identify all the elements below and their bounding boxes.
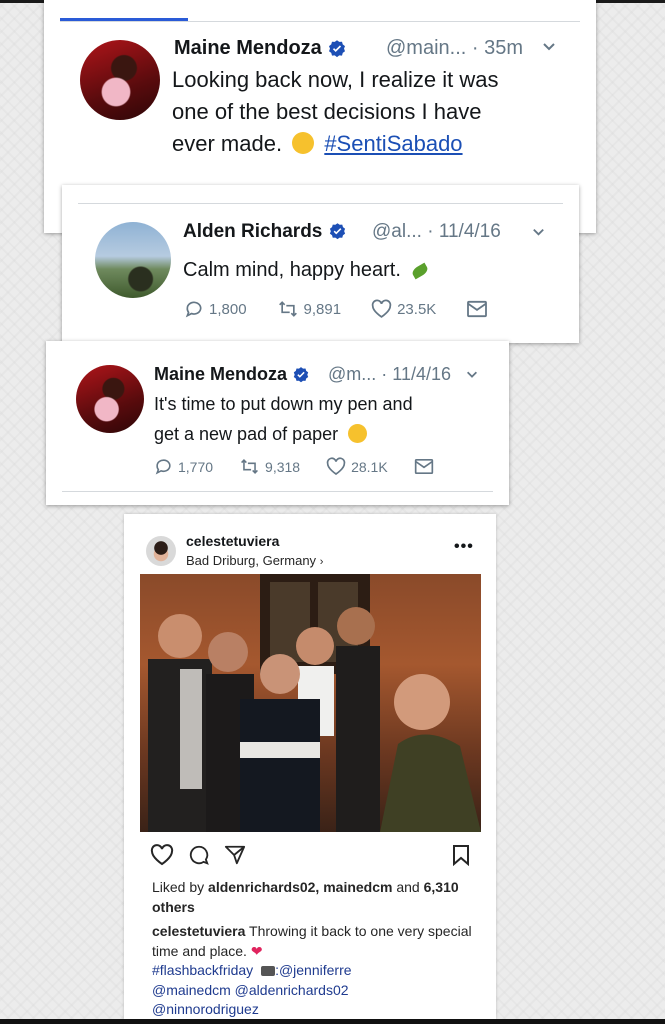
avatar[interactable] <box>95 222 171 298</box>
top-divider <box>60 21 580 22</box>
chevron-down-icon[interactable] <box>465 367 479 386</box>
chevron-right-icon: › <box>319 556 324 568</box>
avatar[interactable] <box>146 536 176 566</box>
heart-outline-icon <box>371 299 392 318</box>
post-actions <box>150 844 470 868</box>
relieved-face-emoji-icon <box>348 424 368 443</box>
author-name[interactable]: Alden Richards <box>183 221 347 243</box>
relieved-face-emoji-icon <box>292 132 315 154</box>
retweet-icon <box>278 301 297 317</box>
author-name[interactable]: Maine Mendoza <box>174 37 347 60</box>
post-caption: celestetuviera Throwing it back to one v… <box>152 923 472 1018</box>
hashtag-link[interactable]: #SentiSabado <box>324 131 462 156</box>
tweet-text: Calm mind, happy heart. <box>183 255 430 285</box>
verified-icon <box>329 39 346 57</box>
envelope-icon <box>414 459 433 474</box>
verified-icon <box>329 223 345 240</box>
reply-icon <box>185 301 202 318</box>
retweet-button[interactable]: 9,318 <box>239 457 300 476</box>
author-handle[interactable]: @al... · 11/4/16 <box>372 221 501 243</box>
reply-button[interactable]: 1,800 <box>184 299 247 319</box>
top-divider <box>78 203 563 204</box>
hashtag-link[interactable]: #flashbackfriday <box>152 962 253 978</box>
reply-button[interactable]: 1,770 <box>154 457 213 476</box>
avatar[interactable] <box>80 40 160 120</box>
tweet-actions: 1,770 9,318 28.1K <box>154 457 469 476</box>
author-name[interactable]: Maine Mendoza <box>154 364 310 385</box>
retweet-button[interactable]: 9,891 <box>277 299 341 319</box>
post-username[interactable]: celestetuviera <box>186 533 279 549</box>
mention-link[interactable]: @ninnorodriguez <box>152 1001 259 1017</box>
like-button[interactable]: 28.1K <box>326 457 388 476</box>
author-handle[interactable]: @main... · 35m <box>386 37 523 60</box>
red-heart-emoji-icon: ❤ <box>250 942 263 959</box>
message-button[interactable] <box>414 458 439 475</box>
avatar[interactable] <box>76 365 144 433</box>
more-options-icon[interactable]: ••• <box>454 538 474 556</box>
bottom-divider <box>62 491 493 492</box>
message-button[interactable] <box>466 300 493 318</box>
comment-icon[interactable] <box>188 844 210 866</box>
tweet-time: 11/4/16 <box>392 364 452 384</box>
heart-outline-icon[interactable] <box>150 844 174 866</box>
bookmark-icon[interactable] <box>452 844 470 866</box>
like-button[interactable]: 23.5K <box>371 299 436 319</box>
credit-link[interactable]: :@jenniferre <box>275 962 351 978</box>
tweet-text: Looking back now, I realize it was one o… <box>172 67 499 156</box>
post-location[interactable]: Bad Driburg, Germany › <box>186 553 323 568</box>
share-icon[interactable] <box>224 844 246 866</box>
herb-emoji-icon <box>411 262 430 280</box>
instagram-post-card[interactable]: celestetuviera Bad Driburg, Germany › ••… <box>124 514 496 1019</box>
chevron-down-icon[interactable] <box>541 38 557 59</box>
verified-icon <box>293 367 309 383</box>
post-photo[interactable] <box>140 574 481 832</box>
tweet-card-maine-2[interactable]: Maine Mendoza @m... · 11/4/16 It's time … <box>46 341 509 505</box>
tweet-actions: 1,800 9,891 23.5K <box>184 299 523 319</box>
liked-by-text[interactable]: Liked by aldenrichards02, mainedcm and 6… <box>152 878 477 917</box>
bottom-edge-bar <box>0 1019 665 1024</box>
camera-emoji-icon <box>261 966 276 977</box>
caption-username[interactable]: celestetuviera <box>152 923 245 939</box>
tweet-card-alden[interactable]: Alden Richards @al... · 11/4/16 Calm min… <box>62 185 579 343</box>
group-photo-image <box>148 574 481 832</box>
reply-icon <box>155 459 171 475</box>
retweet-icon <box>241 459 259 474</box>
mention-links[interactable]: @mainedcm @aldenrichards02 <box>152 982 349 998</box>
tweet-text: It's time to put down my pen and get a n… <box>154 394 413 444</box>
heart-outline-icon <box>326 457 346 475</box>
tweet-time: 11/4/16 <box>438 221 501 242</box>
chevron-down-icon[interactable] <box>531 224 546 244</box>
tweet-time: 35m <box>484 37 524 59</box>
author-handle[interactable]: @m... · 11/4/16 <box>328 364 451 385</box>
envelope-icon <box>467 300 488 318</box>
